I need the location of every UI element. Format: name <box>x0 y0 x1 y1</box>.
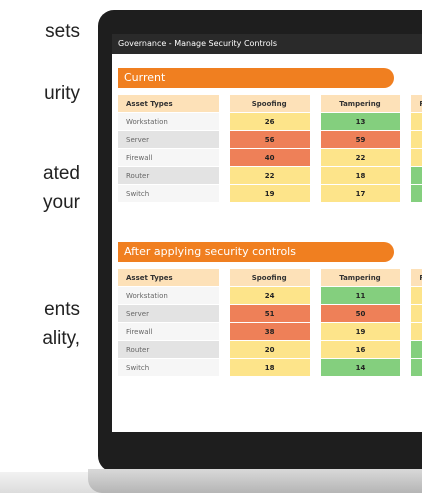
asset-type-cell: Firewall <box>118 323 219 340</box>
spoofing-score: 22 <box>229 167 310 184</box>
tampering-score: 13 <box>320 113 401 130</box>
spoofing-score: 38 <box>229 323 310 340</box>
laptop-base <box>88 469 422 493</box>
tampering-score: 18 <box>320 167 401 184</box>
background-text-line: sets <box>45 21 80 42</box>
column-header: Spoofing <box>229 95 310 112</box>
truncated-score-cell <box>411 131 422 148</box>
column-header: R <box>411 95 422 112</box>
column-header: Tampering <box>320 95 401 112</box>
truncated-score-cell <box>411 287 422 304</box>
table-row: Workstation 26 13 <box>118 113 422 130</box>
truncated-score-cell <box>411 149 422 166</box>
background-text-line: your <box>43 192 80 213</box>
truncated-score-cell <box>411 185 422 202</box>
asset-type-cell: Server <box>118 131 219 148</box>
column-header: Spoofing <box>229 269 310 286</box>
tampering-score: 14 <box>320 359 401 376</box>
spoofing-score: 24 <box>229 287 310 304</box>
spoofing-score: 19 <box>229 185 310 202</box>
table-row: Switch 18 14 <box>118 359 422 376</box>
asset-type-cell: Firewall <box>118 149 219 166</box>
spoofing-score: 40 <box>229 149 310 166</box>
window-title: Governance - Manage Security Controls <box>112 34 422 54</box>
asset-type-cell: Switch <box>118 185 219 202</box>
table-row: Switch 19 17 <box>118 185 422 202</box>
tampering-score: 59 <box>320 131 401 148</box>
background-text-line: ality, <box>42 328 80 349</box>
spoofing-score: 51 <box>229 305 310 322</box>
truncated-score-cell <box>411 113 422 130</box>
table-row: Workstation 24 11 <box>118 287 422 304</box>
asset-type-cell: Server <box>118 305 219 322</box>
app-screen: Governance - Manage Security Controls Cu… <box>112 34 422 432</box>
table-row: Firewall 38 19 <box>118 323 422 340</box>
tampering-score: 11 <box>320 287 401 304</box>
column-header: R <box>411 269 422 286</box>
tampering-score: 19 <box>320 323 401 340</box>
spoofing-score: 20 <box>229 341 310 358</box>
tampering-score: 17 <box>320 185 401 202</box>
section-header-current: Current <box>118 68 394 88</box>
table-row: Server 56 59 <box>118 131 422 148</box>
truncated-score-cell <box>411 323 422 340</box>
spoofing-score: 26 <box>229 113 310 130</box>
background-text-line: ents <box>44 299 80 320</box>
asset-type-cell: Workstation <box>118 113 219 130</box>
column-header: Asset Types <box>118 269 219 286</box>
table-row: Router 22 18 <box>118 167 422 184</box>
truncated-score-cell <box>411 341 422 358</box>
tampering-score: 16 <box>320 341 401 358</box>
asset-type-cell: Router <box>118 341 219 358</box>
table-row: Firewall 40 22 <box>118 149 422 166</box>
risk-table-current: Asset Types Spoofing Tampering R Worksta… <box>118 94 422 203</box>
asset-type-cell: Workstation <box>118 287 219 304</box>
truncated-score-cell <box>411 167 422 184</box>
spoofing-score: 56 <box>229 131 310 148</box>
column-header: Asset Types <box>118 95 219 112</box>
tampering-score: 22 <box>320 149 401 166</box>
truncated-score-cell <box>411 305 422 322</box>
truncated-score-cell <box>411 359 422 376</box>
background-text-line: urity <box>44 83 80 104</box>
background-text-line: ated <box>43 163 80 184</box>
tampering-score: 50 <box>320 305 401 322</box>
table-row: Router 20 16 <box>118 341 422 358</box>
asset-type-cell: Router <box>118 167 219 184</box>
section-header-after-controls: After applying security controls <box>118 242 394 262</box>
column-header: Tampering <box>320 269 401 286</box>
asset-type-cell: Switch <box>118 359 219 376</box>
table-row: Server 51 50 <box>118 305 422 322</box>
risk-table-after-controls: Asset Types Spoofing Tampering R Worksta… <box>118 268 422 377</box>
spoofing-score: 18 <box>229 359 310 376</box>
